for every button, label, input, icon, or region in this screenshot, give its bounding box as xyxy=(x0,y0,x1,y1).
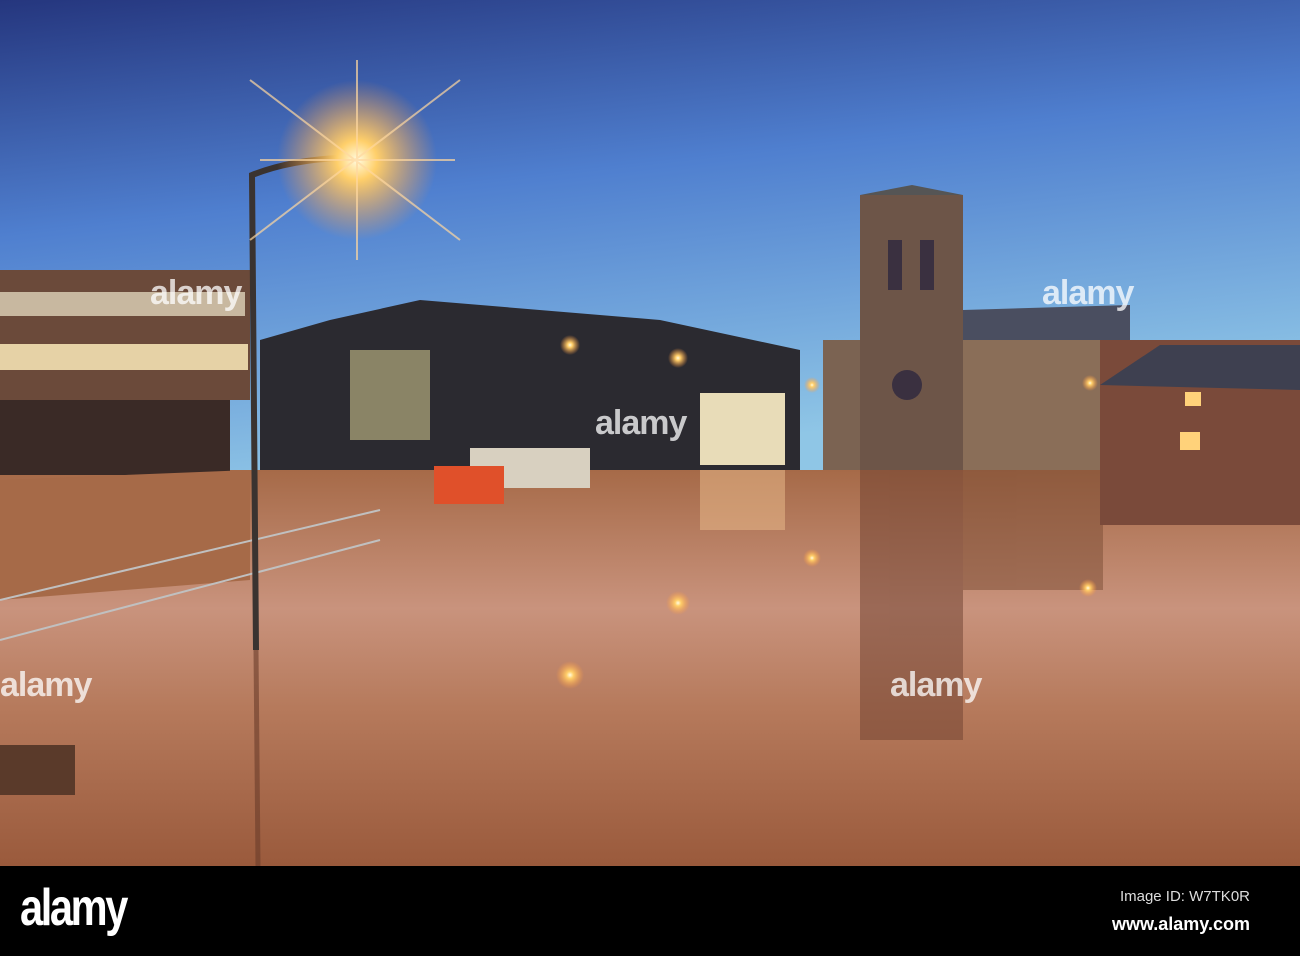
submerged-wall xyxy=(0,745,75,795)
flooded-road xyxy=(0,470,250,600)
image-id: Image ID: W7TK0R xyxy=(1119,888,1250,905)
watermark: alamy xyxy=(0,666,92,704)
website-link[interactable]: www.alamy.com xyxy=(1112,914,1250,935)
white-building xyxy=(700,393,785,465)
watermark: alamy xyxy=(595,404,687,442)
red-container xyxy=(434,466,504,504)
watermark: alamy xyxy=(150,274,242,312)
houses xyxy=(1100,340,1300,525)
alamy-logo: alamy xyxy=(20,879,128,937)
footer-bar: alamy Image ID: W7TK0R www.alamy.com xyxy=(0,866,1300,956)
lit-window xyxy=(350,350,430,440)
watermark: alamy xyxy=(1042,274,1134,312)
watermark: alamy xyxy=(890,666,982,704)
photo-frame: alamy alamy alamy alamy alamy alamy Imag… xyxy=(0,0,1300,956)
